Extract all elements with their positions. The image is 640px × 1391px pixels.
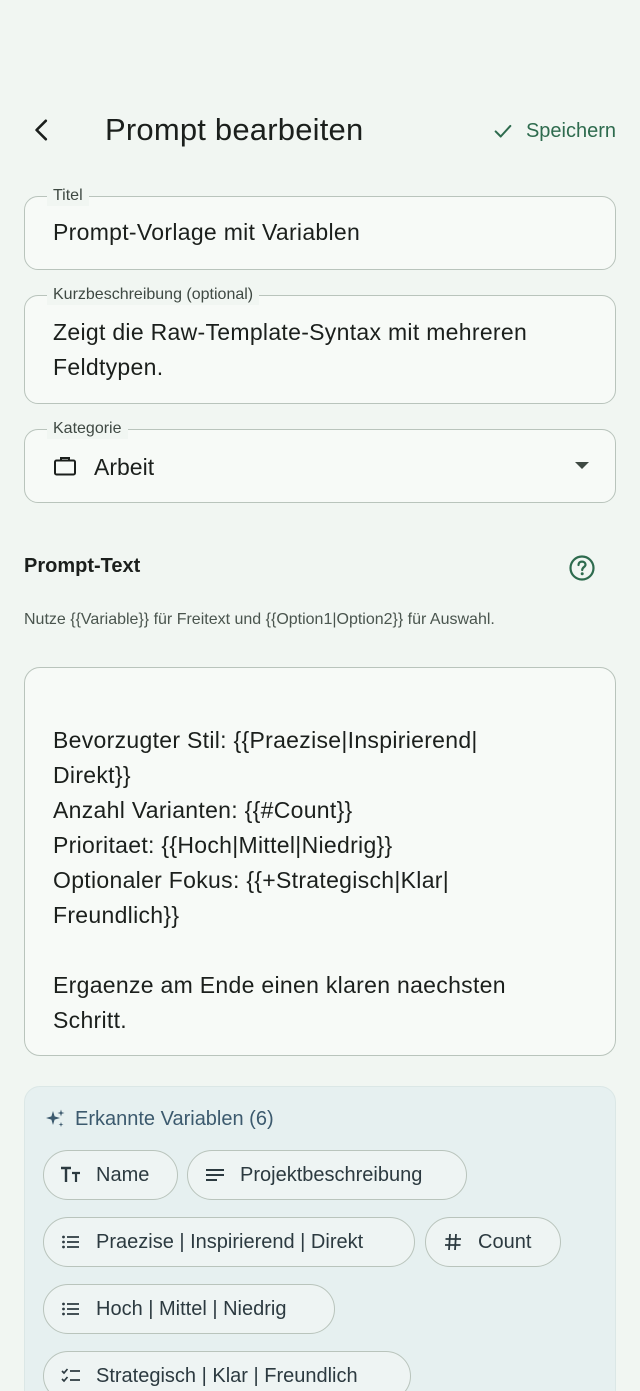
text-type-icon — [60, 1164, 82, 1186]
title-field[interactable]: Titel Prompt-Vorlage mit Variablen — [24, 186, 616, 270]
variable-chip-label: Projektbeschreibung — [240, 1163, 423, 1186]
variable-chip-label: Hoch | Mittel | Niedrig — [96, 1297, 287, 1320]
briefcase-icon — [54, 457, 76, 476]
variable-chip-count[interactable]: Count — [425, 1217, 561, 1267]
save-button[interactable]: Speichern — [492, 116, 616, 146]
variable-chip-projektbeschreibung[interactable]: Projektbeschreibung — [187, 1150, 467, 1200]
title-field-label: Titel — [47, 186, 89, 206]
variable-chip-label: Strategisch | Klar | Freundlich — [96, 1364, 358, 1387]
category-field-label: Kategorie — [47, 419, 128, 439]
detected-variables-header: Erkannte Variablen (6) — [43, 1107, 274, 1131]
arrow-back-icon — [35, 119, 48, 141]
prompt-hint: Nutze {{Variable}} für Freitext und {{Op… — [24, 611, 495, 628]
paragraph-icon — [204, 1164, 226, 1186]
title-field-value: Prompt-Vorlage mit Variablen — [53, 219, 361, 245]
detected-variables-panel: Erkannte Variablen (6) Name Projektbesch… — [24, 1086, 616, 1391]
description-field-value: Zeigt die Raw-Template-Syntax mit mehrer… — [53, 319, 528, 380]
page-title: Prompt bearbeiten — [105, 112, 364, 147]
description-field[interactable]: Kurzbeschreibung (optional) Zeigt die Ra… — [24, 285, 616, 404]
description-field-label: Kurzbeschreibung (optional) — [47, 285, 260, 305]
checklist-icon — [60, 1365, 82, 1387]
category-dropdown[interactable]: Kategorie Arbeit — [24, 419, 616, 503]
save-label: Speichern — [525, 119, 616, 142]
variable-chip-prioritaet[interactable]: Hoch | Mittel | Niedrig — [43, 1284, 335, 1334]
variable-chip-fokus[interactable]: Strategisch | Klar | Freundlich — [43, 1351, 411, 1391]
help-icon[interactable] — [568, 554, 596, 582]
prompt-text-input[interactable]: Bevorzugter Stil: {{Praezise|Inspirieren… — [24, 667, 616, 1056]
detected-variables-title: Erkannte Variablen (6) — [75, 1107, 274, 1130]
prompt-section-title: Prompt-Text — [24, 555, 141, 577]
variable-chip-label: Name — [96, 1163, 150, 1186]
variable-chip-label: Count — [478, 1230, 532, 1253]
sparkle-icon — [46, 1109, 65, 1127]
dropdown-arrow-icon — [575, 462, 589, 469]
check-icon — [494, 124, 512, 138]
variable-chip-name[interactable]: Name — [43, 1150, 178, 1200]
back-button[interactable] — [20, 108, 64, 152]
top-app-bar: Prompt bearbeiten Speichern — [0, 96, 640, 168]
category-value: Arbeit — [94, 454, 155, 480]
list-icon — [60, 1298, 82, 1320]
prompt-text-value: Bevorzugter Stil: {{Praezise|Inspirieren… — [53, 727, 506, 1033]
variable-chip-label: Praezise | Inspirierend | Direkt — [96, 1230, 364, 1253]
variable-chip-stil[interactable]: Praezise | Inspirierend | Direkt — [43, 1217, 415, 1267]
number-icon — [442, 1231, 464, 1253]
list-icon — [60, 1231, 82, 1253]
